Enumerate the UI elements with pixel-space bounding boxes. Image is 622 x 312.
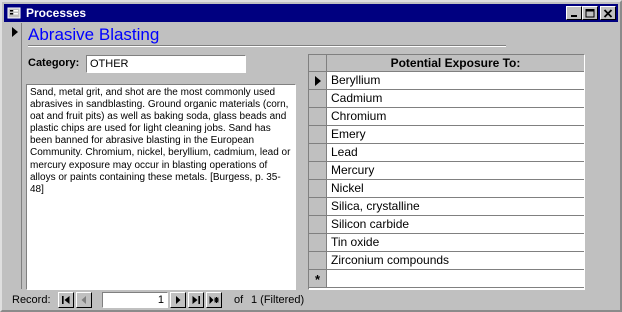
processes-window: Processes Abrasive Blasting Category: OT…	[0, 0, 622, 312]
exposure-row: Silicon carbide	[309, 216, 584, 234]
exposure-row: Zirconium compounds	[309, 252, 584, 270]
first-record-button[interactable]	[58, 292, 74, 308]
row-selector[interactable]	[309, 144, 327, 162]
exposure-cell[interactable]: Tin oxide	[327, 234, 584, 252]
new-record-row: *	[309, 270, 584, 288]
exposure-cell[interactable]: Beryllium	[327, 72, 584, 90]
row-selector[interactable]	[309, 198, 327, 216]
exposure-row: Cadmium	[309, 90, 584, 108]
exposure-row: Chromium	[309, 108, 584, 126]
new-record-icon	[209, 296, 219, 304]
last-record-button[interactable]	[188, 292, 204, 308]
exposure-column-header[interactable]: Potential Exposure To:	[327, 55, 584, 72]
exposure-row: Nickel	[309, 180, 584, 198]
form-title: Abrasive Blasting	[28, 25, 160, 44]
category-label: Category:	[28, 57, 80, 69]
subform-corner-selector[interactable]	[309, 55, 327, 72]
row-selector[interactable]	[309, 216, 327, 234]
minimize-icon	[571, 15, 577, 17]
record-navigation-bar: Record: 1 of 1 (Filtered)	[6, 292, 618, 308]
new-record-button[interactable]	[206, 292, 222, 308]
current-record-field[interactable]: 1	[102, 292, 168, 308]
new-record-cell[interactable]	[327, 270, 584, 288]
row-selector[interactable]	[309, 126, 327, 144]
exposure-row: Silica, crystalline	[309, 198, 584, 216]
new-record-star-icon: *	[314, 272, 321, 287]
next-record-icon	[176, 296, 181, 304]
exposure-cell[interactable]: Chromium	[327, 108, 584, 126]
form-icon	[7, 7, 21, 19]
row-selector[interactable]	[309, 108, 327, 126]
title-bar[interactable]: Processes	[4, 4, 618, 22]
row-selector[interactable]	[309, 90, 327, 108]
row-selector[interactable]	[309, 162, 327, 180]
exposure-cell[interactable]: Emery	[327, 126, 584, 144]
current-row-arrow-icon	[315, 76, 321, 86]
exposure-row: Emery	[309, 126, 584, 144]
exposure-cell[interactable]: Silica, crystalline	[327, 198, 584, 216]
description-memo[interactable]: Sand, metal grit, and shot are the most …	[26, 84, 296, 290]
first-record-icon	[62, 296, 70, 304]
new-record-selector[interactable]: *	[309, 270, 327, 288]
of-label: of	[234, 294, 244, 306]
close-button[interactable]	[600, 6, 616, 20]
exposure-rows: Beryllium Cadmium Chromium Emery Lead Me…	[309, 72, 584, 288]
previous-record-icon	[81, 296, 86, 304]
record-label: Record:	[12, 294, 51, 306]
row-selector[interactable]	[309, 252, 327, 270]
next-record-button[interactable]	[170, 292, 186, 308]
title-divider	[28, 45, 506, 47]
current-record-arrow-icon	[12, 27, 18, 37]
exposure-cell[interactable]: Silicon carbide	[327, 216, 584, 234]
exposure-row: Lead	[309, 144, 584, 162]
previous-record-button[interactable]	[76, 292, 92, 308]
row-selector[interactable]	[309, 180, 327, 198]
exposure-cell[interactable]: Zirconium compounds	[327, 252, 584, 270]
minimize-button[interactable]	[566, 6, 582, 20]
close-icon	[603, 9, 613, 18]
row-selector[interactable]	[309, 234, 327, 252]
maximize-button[interactable]	[582, 6, 598, 20]
exposure-row: Tin oxide	[309, 234, 584, 252]
form-record-selector[interactable]	[6, 23, 22, 289]
exposure-subform: Potential Exposure To: Beryllium Cadmium…	[308, 54, 585, 290]
record-count: 1 (Filtered)	[251, 294, 305, 306]
exposure-row: Mercury	[309, 162, 584, 180]
exposure-cell[interactable]: Lead	[327, 144, 584, 162]
category-field[interactable]: OTHER	[86, 55, 246, 73]
exposure-cell[interactable]: Nickel	[327, 180, 584, 198]
maximize-icon	[585, 9, 595, 18]
exposure-cell[interactable]: Cadmium	[327, 90, 584, 108]
row-selector[interactable]	[309, 72, 327, 90]
exposure-row: Beryllium	[309, 72, 584, 90]
last-record-icon	[192, 296, 200, 304]
window-title: Processes	[26, 6, 87, 20]
exposure-cell[interactable]: Mercury	[327, 162, 584, 180]
